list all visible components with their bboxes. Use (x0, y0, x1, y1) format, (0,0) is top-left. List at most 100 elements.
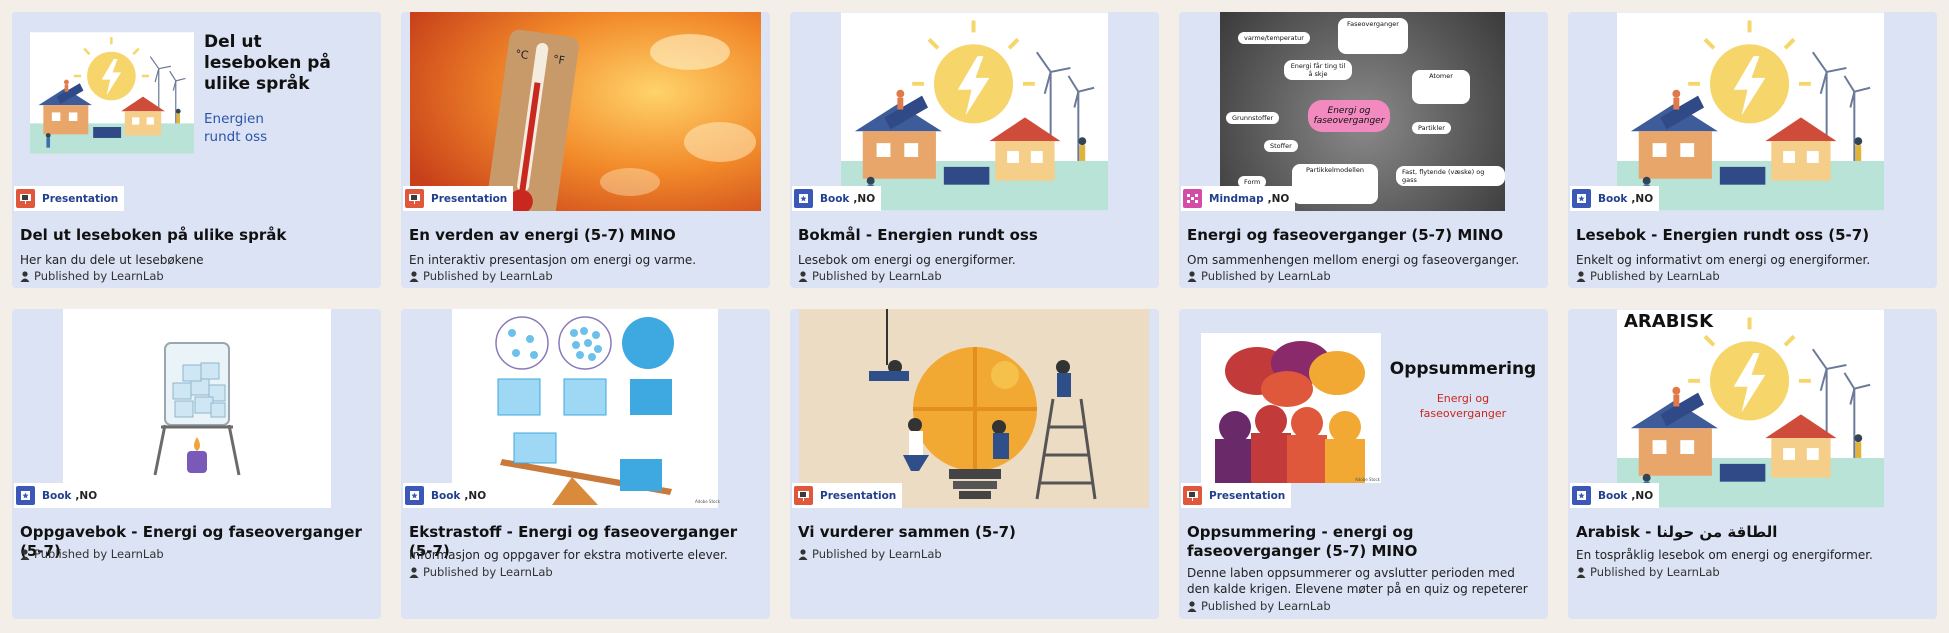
image-credit: Adobe Stock (695, 499, 720, 504)
book-icon (794, 189, 813, 208)
card-title[interactable]: Oppsummering - energi og faseoverganger … (1187, 523, 1540, 561)
content-type-badge: Book ,NO (1570, 483, 1660, 508)
particles-seesaw-image (452, 309, 718, 508)
presentation-icon (794, 486, 813, 505)
image-credit: Adobe Stock (1355, 477, 1380, 482)
user-icon (1576, 566, 1586, 578)
badge-type: Presentation (1209, 489, 1286, 502)
badge-language: ,NO (853, 192, 876, 205)
content-type-badge: Book ,NO (403, 483, 493, 508)
publisher-text: Published by LearnLab (1590, 269, 1720, 283)
badge-language: ,NO (1267, 192, 1290, 205)
energy-illustration-image (1617, 12, 1884, 211)
badge-type: Book (1598, 489, 1628, 502)
badge-language: ,NO (1631, 489, 1654, 502)
card-arabisk[interactable]: ARABISK Book ,NO Arabisk - الطاقة من حول… (1568, 309, 1937, 619)
thumbnail-subtitle: Energien rundt oss (204, 111, 268, 145)
card-lesebok-energien[interactable]: Book ,NO Lesebok - Energien rundt oss (5… (1568, 12, 1937, 288)
card-description: En tospråklig lesebok om energi og energ… (1576, 548, 1873, 562)
badge-language: ,NO (1631, 192, 1654, 205)
speech-bubbles-image (1201, 333, 1381, 483)
card-title[interactable]: Arabisk - الطاقة من حولنا (1576, 523, 1929, 542)
book-icon (405, 486, 424, 505)
content-type-badge: Presentation (14, 186, 125, 211)
card-title[interactable]: Del ut leseboken på ulike språk (20, 226, 373, 245)
card-description: Denne laben oppsummerer og avslutter per… (1187, 566, 1528, 596)
card-thumbnail (790, 12, 1159, 211)
badge-type: Presentation (42, 192, 119, 205)
publisher-text: Published by LearnLab (34, 269, 164, 283)
mindmap-image: varme/temperatur Faseoverganger Energi f… (1220, 12, 1505, 211)
card-thumbnail (790, 309, 1159, 508)
card-title[interactable]: Vi vurderer sammen (5-7) (798, 523, 1151, 542)
svg-text:°C: °C (514, 47, 529, 62)
beaker-ice-image (63, 309, 331, 508)
card-thumbnail: Adobe Stock Oppsummering Energi og faseo… (1179, 309, 1548, 508)
card-description: Informasjon og oppgaver for ekstra motiv… (409, 548, 728, 562)
user-icon (798, 548, 808, 560)
content-type-badge: Book ,NO (14, 483, 104, 508)
card-thumbnail: Adobe Stock (401, 309, 770, 508)
publisher-line: Published by LearnLab (1187, 269, 1331, 283)
publisher-line: Published by LearnLab (1576, 269, 1720, 283)
card-thumbnail: ARABISK (1568, 309, 1937, 508)
badge-type: Mindmap (1209, 192, 1264, 205)
content-type-badge: Book ,NO (1570, 186, 1660, 211)
badge-language: ,NO (75, 489, 98, 502)
presentation-icon (1183, 486, 1202, 505)
publisher-text: Published by LearnLab (1201, 269, 1331, 283)
publisher-text: Published by LearnLab (34, 547, 164, 561)
card-bokmal-energien[interactable]: Book ,NO Bokmål - Energien rundt oss Les… (790, 12, 1159, 288)
thumbnail-title: Oppsummering (1389, 359, 1537, 379)
card-vi-vurderer-sammen[interactable]: Presentation Vi vurderer sammen (5-7) Pu… (790, 309, 1159, 619)
publisher-line: Published by LearnLab (798, 269, 942, 283)
publisher-text: Published by LearnLab (812, 269, 942, 283)
content-type-badge: Presentation (792, 483, 903, 508)
thermometer-sky-image: °C °F (410, 12, 761, 211)
publisher-text: Published by LearnLab (423, 565, 553, 579)
card-thumbnail (12, 309, 381, 508)
card-oppgavebok[interactable]: Book ,NO Oppgavebok - Energi og faseover… (12, 309, 381, 619)
card-title[interactable]: En verden av energi (5-7) MINO (409, 226, 762, 245)
badge-type: Book (820, 192, 850, 205)
card-description: Lesebok om energi og energiformer. (798, 253, 1016, 267)
card-thumbnail: °C °F (401, 12, 770, 211)
presentation-icon (405, 189, 424, 208)
publisher-line: Published by LearnLab (409, 565, 553, 579)
publisher-line: Published by LearnLab (409, 269, 553, 283)
book-icon (16, 486, 35, 505)
card-del-ut-leseboken[interactable]: Del ut leseboken på ulike språk Energien… (12, 12, 381, 288)
svg-text:°F: °F (552, 53, 566, 68)
card-oppsummering[interactable]: Adobe Stock Oppsummering Energi og faseo… (1179, 309, 1548, 619)
user-icon (409, 566, 419, 578)
user-icon (20, 548, 30, 560)
card-energi-og-faseoverganger-mindmap[interactable]: varme/temperatur Faseoverganger Energi f… (1179, 12, 1548, 288)
badge-type: Presentation (820, 489, 897, 502)
energy-illustration-image (841, 12, 1108, 211)
card-title[interactable]: Lesebok - Energien rundt oss (5-7) (1576, 226, 1929, 245)
badge-type: Book (42, 489, 72, 502)
publisher-line: Published by LearnLab (1187, 599, 1331, 613)
card-description: Enkelt og informativt om energi og energ… (1576, 253, 1871, 267)
thumbnail-title: ARABISK (1620, 311, 1718, 332)
card-title[interactable]: Bokmål - Energien rundt oss (798, 226, 1151, 245)
card-description: Her kan du dele ut lesebøkene (20, 253, 204, 267)
card-en-verden-av-energi[interactable]: °C °F Presentation En verden av energi (… (401, 12, 770, 288)
puzzle-lightbulb-image (799, 309, 1149, 508)
thumbnail-title: Del ut leseboken på ulike språk (204, 32, 331, 94)
book-icon (1572, 486, 1591, 505)
publisher-line: Published by LearnLab (1576, 565, 1720, 579)
mindmap-icon (1183, 189, 1202, 208)
badge-language: ,NO (464, 489, 487, 502)
card-title[interactable]: Energi og faseoverganger (5-7) MINO (1187, 226, 1540, 245)
content-type-badge: Book ,NO (792, 186, 882, 211)
user-icon (798, 270, 808, 282)
card-description: En interaktiv presentasjon om energi og … (409, 253, 697, 267)
thumbnail-subtitle: Energi og faseoverganger (1419, 392, 1507, 420)
content-type-badge: Presentation (403, 186, 514, 211)
badge-type: Book (431, 489, 461, 502)
publisher-line: Published by LearnLab (20, 269, 164, 283)
energy-illustration-image (30, 32, 194, 154)
user-icon (1576, 270, 1586, 282)
card-ekstrastoff[interactable]: Adobe Stock Book ,NO Ekstrastoff - Energ… (401, 309, 770, 619)
